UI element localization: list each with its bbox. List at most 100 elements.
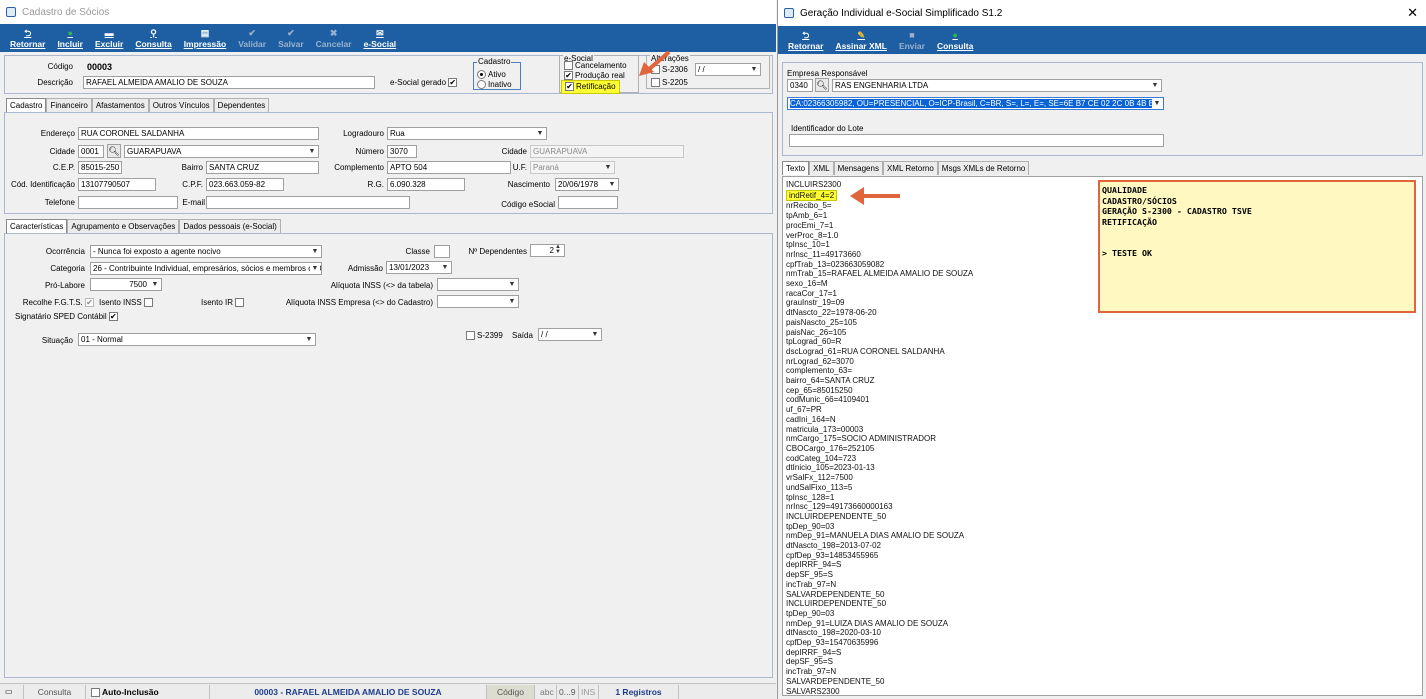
esocial-gerado-checkbox[interactable]: ✔	[448, 78, 458, 88]
categoria-select[interactable]: 26 - Contribuinte Individual, empresário…	[90, 262, 322, 275]
toolbar-button-retornar[interactable]: ⮌ Retornar	[782, 30, 829, 54]
cancelamento-checkbox[interactable]	[564, 61, 573, 71]
admissao-field[interactable]: 13/01/2023 ▼	[386, 261, 452, 274]
tab-cadastro[interactable]: Cadastro	[6, 98, 47, 112]
endereco-field[interactable]: RUA CORONEL SALDANHA	[78, 127, 319, 140]
recolhe-fgts[interactable]: Recolhe F.G.T.S. ✔	[5, 298, 96, 308]
toolbar-button-incluir[interactable]: ● Incluir	[51, 28, 89, 52]
toolbar-button-impress-o[interactable]: ▤ Impressão	[178, 28, 233, 52]
recolhe-fgts-checkbox[interactable]: ✔	[85, 298, 94, 308]
ocorrencia-select[interactable]: - Nunca foi exposto a agente nocivo ▼	[90, 245, 322, 258]
saida-field[interactable]: / / ▼	[538, 328, 602, 341]
cidade-code-field[interactable]: 0001	[78, 145, 104, 158]
empresa-code-field[interactable]: 0340	[787, 79, 813, 92]
cod-ident-field[interactable]: 13107790507	[78, 178, 156, 191]
chevron-down-icon[interactable]: ▼	[1150, 80, 1160, 91]
check-cancelamento[interactable]: Cancelamento	[564, 61, 627, 71]
cod-esocial-field[interactable]	[558, 196, 618, 209]
esocial-gerado[interactable]: e-Social gerado ✔	[390, 78, 459, 88]
logradouro-select[interactable]: Rua ▼	[387, 127, 547, 140]
radio-ativo-circle[interactable]	[477, 70, 486, 80]
aliq-inss-select[interactable]: ▼	[437, 278, 519, 291]
prolabore-field[interactable]: 7500 ▼	[90, 278, 162, 291]
numero-field[interactable]: 3070	[387, 145, 417, 158]
isento-inss[interactable]: Isento INSS	[99, 298, 155, 308]
chevron-down-icon[interactable]: ▼	[307, 146, 317, 157]
auto-inclusao[interactable]: Auto-Inclusão	[86, 684, 210, 699]
tab-msgs-xmls-de-retorno[interactable]: Msgs XMLs de Retorno	[937, 161, 1030, 175]
chevron-down-icon[interactable]: ▼	[440, 262, 450, 273]
toolbar-button-retornar[interactable]: ⮌ Retornar	[4, 28, 51, 52]
cidade-name-select[interactable]: GUARAPUAVA ▼	[124, 145, 319, 158]
check-s2205[interactable]: S-2205	[651, 78, 688, 88]
cep-field[interactable]: 85015-250	[78, 161, 122, 174]
isento-ir-checkbox[interactable]	[235, 298, 245, 308]
toolbar-button-consulta[interactable]: ⚲ Consulta	[129, 28, 177, 52]
descricao-field[interactable]: RAFAEL ALMEIDA AMALIO DE SOUZA	[83, 76, 375, 89]
tab-xml-retorno[interactable]: XML Retorno	[882, 161, 938, 175]
chevron-down-icon[interactable]: ▼	[535, 128, 545, 139]
note-line	[1102, 238, 1412, 249]
chevron-down-icon[interactable]: ▼	[310, 263, 320, 274]
situacao-select[interactable]: 01 - Normal ▼	[78, 333, 316, 346]
lote-field[interactable]	[789, 134, 1164, 147]
s2205-checkbox[interactable]	[651, 78, 660, 88]
s2399[interactable]: S-2399	[466, 331, 503, 341]
certificado-select[interactable]: CA:02366305982, OU=PRESENCIAL, O=ICP-Bra…	[787, 97, 1164, 110]
tab-agrupamento-e-observacoes[interactable]: Agrupamento e Observações	[67, 219, 180, 233]
chevron-down-icon[interactable]: ▼	[607, 179, 617, 190]
isento-ir[interactable]: Isento IR	[201, 298, 246, 308]
signatario-checkbox[interactable]: ✔	[108, 312, 118, 322]
toolbar-button-e-social[interactable]: ✉ e-Social	[358, 28, 403, 52]
search-icon: 🔍︎	[108, 146, 120, 156]
bairro-field[interactable]: SANTA CRUZ	[206, 161, 319, 174]
tab-caracteristicas[interactable]: Características	[6, 219, 68, 233]
cpf-field[interactable]: 023.663.059-82	[206, 178, 284, 191]
text-line: complemento_63=	[786, 366, 853, 376]
check-retificacao[interactable]: ✔ Retificação	[561, 80, 620, 94]
s2306-date-value: / /	[698, 65, 705, 74]
chevron-down-icon[interactable]: ▼	[310, 246, 320, 257]
toolbar-button-assinar-xml[interactable]: ✎ Assinar XML	[829, 30, 893, 54]
email-field[interactable]	[206, 196, 410, 209]
empresa-name-select[interactable]: RAS ENGENHARIA LTDA ▼	[832, 79, 1162, 92]
nascimento-field[interactable]: 20/06/1978 ▼	[555, 178, 619, 191]
signatario[interactable]: Signatário SPED Contábil ✔	[15, 312, 120, 322]
radio-inativo-circle[interactable]	[477, 80, 486, 90]
toolbar-button-consulta[interactable]: ● Consulta	[931, 30, 979, 54]
isento-inss-checkbox[interactable]	[143, 298, 153, 308]
tab-texto[interactable]: Texto	[782, 161, 810, 175]
telefone-field[interactable]	[78, 196, 178, 209]
auto-inclusao-checkbox[interactable]	[91, 687, 100, 697]
retificacao-checkbox[interactable]: ✔	[565, 82, 574, 92]
ndep-spinner[interactable]: 2 ▲ ▼	[530, 244, 565, 257]
empresa-search-button[interactable]: 🔍︎	[815, 78, 829, 92]
tab-financeiro[interactable]: Financeiro	[46, 98, 92, 112]
radio-inativo[interactable]: Inativo	[477, 80, 512, 90]
tab-dependentes[interactable]: Dependentes	[213, 98, 270, 112]
classe-field[interactable]	[434, 245, 450, 258]
s2306-date[interactable]: / / ▼	[695, 63, 761, 76]
tab-xml[interactable]: XML	[809, 161, 834, 175]
chevron-down-icon[interactable]: ▼	[150, 279, 160, 290]
chevron-down-icon[interactable]: ▼	[590, 329, 600, 340]
radio-ativo[interactable]: Ativo	[477, 70, 506, 80]
aliq-inss-emp-select[interactable]: ▼	[437, 295, 519, 308]
chevron-down-icon[interactable]: ▼	[1152, 98, 1162, 109]
send-icon: ■	[909, 29, 915, 40]
cidade-search-button[interactable]: 🔍︎	[107, 144, 121, 158]
s2399-checkbox[interactable]	[466, 331, 475, 341]
chevron-down-icon[interactable]: ▼	[507, 279, 517, 290]
chevron-down-icon[interactable]: ▼	[749, 64, 759, 75]
tab-mensagens[interactable]: Mensagens	[833, 161, 883, 175]
chevron-down-icon[interactable]: ▼	[304, 334, 314, 345]
spinner-arrows-icon[interactable]: ▲ ▼	[553, 245, 563, 256]
close-icon[interactable]: ✕	[1407, 6, 1418, 19]
tab-afastamentos[interactable]: Afastamentos	[91, 98, 149, 112]
tab-outros-vinculos[interactable]: Outros Vínculos	[148, 98, 214, 112]
tab-dados-pessoais-e-social[interactable]: Dados pessoais (e-Social)	[179, 219, 281, 233]
toolbar-button-excluir[interactable]: ▬ Excluir	[89, 28, 129, 52]
rg-field[interactable]: 6.090.328	[387, 178, 465, 191]
chevron-down-icon[interactable]: ▼	[507, 296, 517, 307]
text-line: depSF_95=S	[786, 570, 833, 580]
